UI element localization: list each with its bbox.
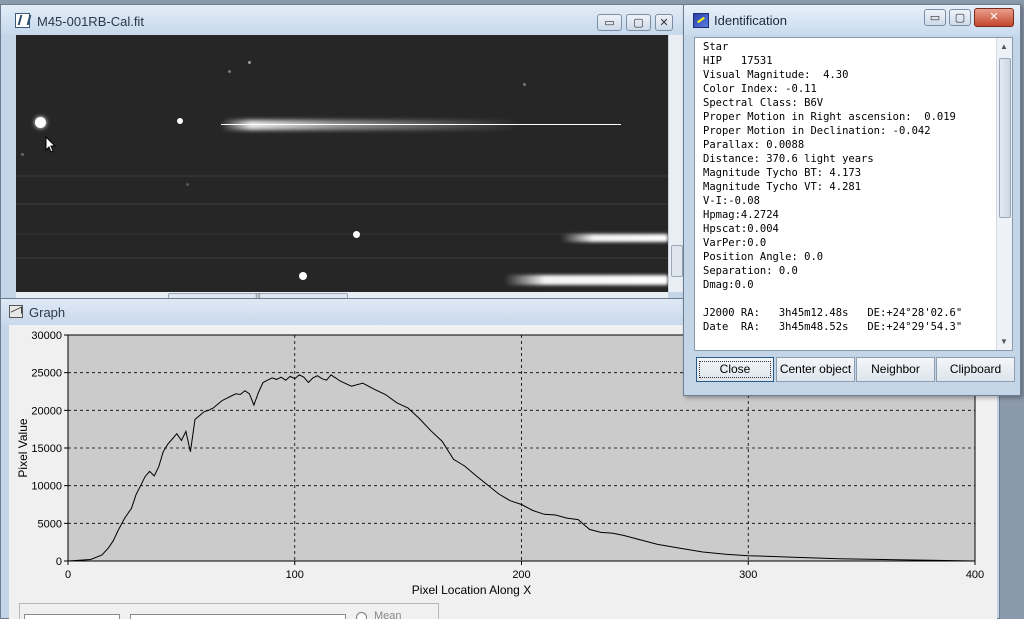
graph-window-title: Graph: [29, 305, 66, 320]
minimize-button[interactable]: ▭: [597, 14, 622, 31]
id-maximize-button[interactable]: ▢: [949, 9, 971, 26]
star: [248, 61, 251, 64]
identification-line: Magnitude Tycho VT: 4.281: [703, 181, 862, 193]
mouse-pointer-icon: [45, 136, 57, 153]
center-object-button[interactable]: Center object: [776, 357, 855, 382]
identification-line: [703, 292, 962, 306]
identification-text-box[interactable]: Star HIP 17531 Visual Magnitude: 4.30 Color…: [694, 37, 1013, 351]
y-tick-label: 5000: [38, 518, 62, 530]
x-tick-label: 100: [286, 569, 304, 581]
identification-title: Identification: [714, 13, 787, 28]
y-tick-label: 20000: [31, 405, 62, 417]
mean-radio[interactable]: [356, 612, 367, 619]
identification-line: Hpscat:0.004: [703, 223, 779, 235]
identification-line: Separation: 0.0: [703, 265, 798, 277]
identification-line: Parallax: 0.0088: [703, 139, 805, 151]
star-streak: [504, 275, 668, 285]
x-tick-label: 200: [512, 569, 530, 581]
identification-dialog[interactable]: Identification ▭ ▢ ✕ Star HIP 17531 Visual…: [683, 4, 1021, 396]
y-tick-label: 15000: [31, 443, 62, 455]
identification-scrollbar[interactable]: ▲ ▼: [996, 38, 1012, 350]
identification-line: Dmag:0.0: [703, 279, 754, 291]
identification-line: Spectral Class: B6V: [703, 97, 824, 109]
x-axis-label: Pixel Location Along X: [412, 583, 531, 597]
star: [21, 153, 24, 156]
identification-line: Position Angle: 0.0: [703, 251, 824, 263]
identification-line: Magnitude Tycho BT: 4.173: [703, 167, 862, 179]
identification-line: V-I:-0.08: [703, 195, 760, 207]
y-tick-label: 30000: [31, 330, 62, 342]
clipboard-button[interactable]: Clipboard: [936, 357, 1015, 382]
fit-title-bar[interactable]: M45-001RB-Cal.fit ▭ ▢ ✕: [1, 5, 687, 35]
star: [353, 231, 360, 238]
star: [228, 70, 231, 73]
identification-title-bar[interactable]: Identification ▭ ▢ ✕: [684, 5, 1020, 35]
x-tick-label: 400: [966, 569, 984, 581]
star-streak: [221, 120, 521, 130]
fit-window-title: M45-001RB-Cal.fit: [37, 14, 144, 29]
identification-line: Proper Motion in Right ascension: 0.019: [703, 111, 956, 123]
identification-line: Date RA: 3h45m48.52s DE:+24°29'54.3": [703, 321, 963, 333]
identification-line: VarPer:0.0: [703, 237, 767, 249]
graph-field-2[interactable]: [130, 614, 346, 619]
y-tick-label: 0: [56, 556, 62, 568]
identification-scroll-thumb[interactable]: [999, 58, 1011, 218]
identification-line: Hpmag:4.2724: [703, 209, 779, 221]
star-streak: [561, 234, 668, 242]
identification-line: Color Index: -0.11: [703, 83, 817, 95]
scroll-down-icon[interactable]: ▼: [1000, 337, 1008, 346]
identification-line: Visual Magnitude: 4.30: [703, 69, 849, 81]
y-tick-label: 10000: [31, 481, 62, 493]
fit-image-window[interactable]: M45-001RB-Cal.fit ▭ ▢ ✕ |||: [0, 4, 688, 304]
identification-line: Star: [703, 41, 729, 53]
star: [186, 183, 189, 186]
star: [299, 272, 307, 280]
x-tick-label: 0: [65, 569, 71, 581]
close-button-label: Close: [698, 361, 772, 378]
fit-app-icon: [15, 13, 30, 28]
graph-field-1[interactable]: [24, 614, 120, 619]
identification-line: HIP 17531: [703, 55, 773, 67]
profile-line: [221, 124, 621, 125]
id-minimize-button[interactable]: ▭: [924, 9, 946, 26]
scroll-up-icon[interactable]: ▲: [1000, 42, 1008, 51]
identification-line: Distance: 370.6 light years: [703, 153, 874, 165]
star: [35, 117, 46, 128]
id-close-x-button[interactable]: ✕: [974, 8, 1014, 27]
y-axis-label: Pixel Value: [16, 418, 30, 477]
y-tick-label: 25000: [31, 368, 62, 380]
mean-label: Mean: [374, 610, 402, 619]
identification-app-icon: [693, 13, 709, 28]
neighbor-button[interactable]: Neighbor: [856, 357, 935, 382]
graph-app-icon: [9, 305, 23, 318]
maximize-button[interactable]: ▢: [626, 14, 651, 31]
star: [523, 83, 526, 86]
star-field-image[interactable]: [16, 35, 668, 292]
identification-lines: Star HIP 17531 Visual Magnitude: 4.30 Color…: [703, 40, 962, 334]
fit-vscroll-thumb[interactable]: [671, 245, 683, 277]
star: [177, 118, 183, 124]
graph-controls-panel: Mean: [19, 603, 439, 619]
x-tick-label: 300: [739, 569, 757, 581]
identification-line: J2000 RA: 3h45m12.48s DE:+24°28'02.6": [703, 307, 963, 319]
close-button[interactable]: Close: [696, 357, 774, 382]
close-button[interactable]: ✕: [655, 14, 673, 31]
identification-line: Proper Motion in Declination: -0.042: [703, 125, 931, 137]
